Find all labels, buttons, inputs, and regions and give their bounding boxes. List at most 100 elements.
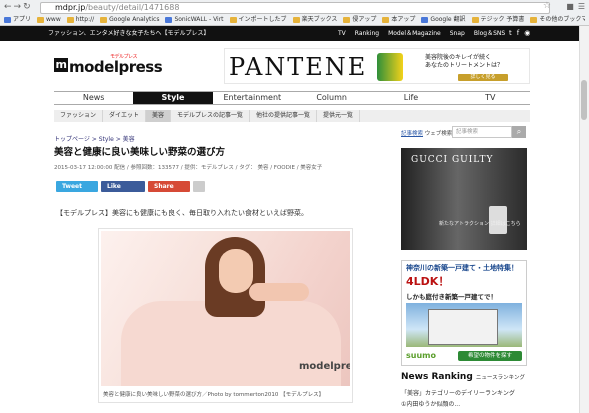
link-icon (165, 16, 173, 23)
bookmark[interactable]: 侵アップ (343, 14, 376, 25)
star-icon[interactable]: ☆ (543, 1, 551, 11)
topbar-link[interactable]: Model＆Magazine (388, 26, 441, 41)
bookmark[interactable]: その他のブックマーク (530, 14, 585, 25)
url-path: /beauty/detail/1471688 (85, 3, 180, 12)
facebook-like-button[interactable]: Like (101, 181, 145, 192)
share-buttons: Tweet Like Share (56, 181, 205, 192)
house-ad-head: 神奈川の新築一戸建て・土地特集！ (406, 264, 518, 272)
folder-icon (66, 16, 74, 23)
subnav-providers[interactable]: 提供元一覧 (317, 110, 361, 122)
suumo-ad[interactable]: 神奈川の新築一戸建て・土地特集！ 4LDK！ しかも庭付き新築一戸建てで！ su… (401, 260, 527, 366)
folder-icon (530, 16, 538, 23)
social-icons: t f ◉ (509, 26, 530, 41)
nav-entertainment[interactable]: Entertainment (213, 92, 292, 104)
search-tabs: 記事検索 ウェブ検索 (401, 129, 452, 137)
nav-tv[interactable]: TV (451, 92, 530, 104)
extensions: ■ ☰ (566, 2, 585, 11)
topbar-link[interactable]: Snap (450, 26, 465, 41)
bookmark[interactable]: インポートしたブ (229, 14, 287, 25)
topbar-link[interactable]: TV (338, 26, 346, 41)
twitter-icon[interactable]: t (509, 26, 512, 41)
tweet-button[interactable]: Tweet (56, 181, 98, 192)
reload-icon[interactable]: ↻ (23, 2, 31, 12)
site-topbar: ファッション、エンタメ好きな女子たちへ【モデルプレス】 TV Ranking M… (0, 26, 579, 41)
folder-icon (292, 16, 300, 23)
logo-mark: m (54, 58, 68, 72)
forward-icon[interactable]: → (14, 2, 22, 12)
article-search-tab[interactable]: 記事検索 (401, 131, 423, 137)
folder-icon (471, 16, 479, 23)
suumo-logo: suumo (406, 351, 436, 360)
search-icon: ⌕ (516, 127, 522, 136)
photo-caption: 美容と健康に良い美味しい野菜の選び方／Photo by tommerton201… (103, 392, 325, 398)
global-nav: News Style Entertainment Column Life TV (54, 91, 530, 105)
more-share-button[interactable] (193, 181, 205, 192)
house-ad-sub: しかも庭付き新築一戸建てで！ (406, 293, 497, 301)
apps-icon (4, 16, 11, 23)
article-lead: 【モデルプレス】美容にも健康にも良く、毎日取り入れたい食材といえば野菜。 (56, 209, 308, 217)
gucci-title: GUCCI GUILTY (411, 155, 494, 165)
gplus-share-button[interactable]: Share (148, 181, 190, 192)
bookmark[interactable]: Google 翻訳 (421, 14, 466, 25)
nav-style[interactable]: Style (133, 92, 213, 104)
sub-nav: ファッション ダイエット 美容 モデルプレスの記事一覧 他社の提供記事一覧 提供… (54, 110, 530, 122)
article-meta: 2015-03-17 12:00:00 配信 / 参照回数：133577 / 提… (54, 165, 323, 171)
browser-nav-buttons: ← → ↻ (4, 2, 31, 12)
photo-watermark: modelpress (299, 361, 350, 372)
article-photo[interactable]: modelpress 美容と健康に良い美味しい野菜の選び方／Photo by t… (98, 228, 353, 403)
site-logo[interactable]: m modelpress モデルプレス (54, 54, 163, 76)
gucci-ad[interactable]: GUCCI GUILTY 新たなアトラクション 詳細はこちら (401, 148, 527, 250)
house-search-button[interactable]: 希望の物件を探す (458, 351, 522, 361)
subnav-modelpress-articles[interactable]: モデルプレスの記事一覧 (171, 110, 250, 122)
browser-chrome: ← → ↻ mdpr.jp/beauty/detail/1471688 ☆ ■ … (0, 0, 589, 26)
nav-life[interactable]: Life (371, 92, 450, 104)
address-bar[interactable]: mdpr.jp/beauty/detail/1471688 (40, 2, 550, 14)
menu-icon[interactable]: ☰ (578, 2, 585, 11)
article-title: 美容と健康に良い美味しい野菜の選び方 (54, 147, 226, 158)
bookmark[interactable]: テジック 予算書 (471, 14, 524, 25)
nav-news[interactable]: News (54, 92, 133, 104)
gucci-subtext: 新たなアトラクション 詳細はこちら (439, 221, 521, 227)
search-input[interactable]: 記事検索 (452, 126, 512, 138)
bookmark[interactable]: www (37, 14, 61, 25)
topbar-link[interactable]: Ranking (355, 26, 379, 41)
bookmark[interactable]: アプリ (4, 14, 31, 25)
subnav-partner-articles[interactable]: 他社の提供記事一覧 (250, 110, 318, 122)
subnav-beauty[interactable]: 美容 (145, 110, 171, 122)
url-domain: mdpr.jp (55, 3, 86, 12)
ranking-item[interactable]: 「美容」カテゴリーのデイリーランキング (401, 388, 515, 397)
translate-icon (421, 16, 429, 23)
extension-icon[interactable]: ■ (566, 2, 574, 11)
topbar-links: TV Ranking Model＆Magazine Snap Blog＆SNS (338, 26, 505, 41)
folder-icon (382, 16, 390, 23)
site-tagline: ファッション、エンタメ好きな女子たちへ【モデルプレス】 (48, 30, 210, 37)
breadcrumb[interactable]: トップページ > Style > 美容 (54, 134, 135, 143)
back-icon[interactable]: ← (4, 2, 12, 12)
folder-icon (100, 16, 108, 23)
ranking-item[interactable]: ①内田ゆうか似顔の... (401, 399, 460, 408)
house-building (428, 309, 498, 345)
arm-shape (249, 283, 309, 301)
scrollbar-thumb[interactable] (581, 80, 587, 120)
bookmark[interactable]: Google Analytics (100, 14, 159, 25)
logo-subtext: モデルプレス (110, 54, 138, 60)
facebook-icon[interactable]: f (517, 26, 519, 41)
ad-copy: 美容院後のキレイが続く あなたのトリートメントは？ (425, 54, 504, 69)
bookmark[interactable]: SonicWALL - Virt (165, 14, 224, 25)
bookmark[interactable]: 楽天ブックス (292, 14, 337, 25)
rss-icon[interactable]: ◉ (524, 26, 530, 41)
banner-ad[interactable]: PANTENE 美容院後のキレイが続く あなたのトリートメントは？ 詳しく見る (224, 48, 530, 84)
house-ad-big: 4LDK！ (406, 275, 450, 288)
bookmark[interactable]: 本アップ (382, 14, 415, 25)
topbar-link[interactable]: Blog＆SNS (474, 26, 505, 41)
subnav-diet[interactable]: ダイエット (103, 110, 146, 122)
bookmarks-bar: アプリ www http:// Google Analytics SonicWA… (4, 14, 585, 25)
ad-cta-button[interactable]: 詳しく見る (458, 74, 508, 81)
nav-column[interactable]: Column (292, 92, 371, 104)
subnav-fashion[interactable]: ファッション (54, 110, 104, 122)
model-image: modelpress (101, 231, 350, 386)
search-button[interactable]: ⌕ (512, 126, 526, 138)
folder-icon (343, 16, 351, 23)
web-search-tab[interactable]: ウェブ検索 (425, 131, 453, 137)
bookmark[interactable]: http:// (66, 14, 94, 25)
